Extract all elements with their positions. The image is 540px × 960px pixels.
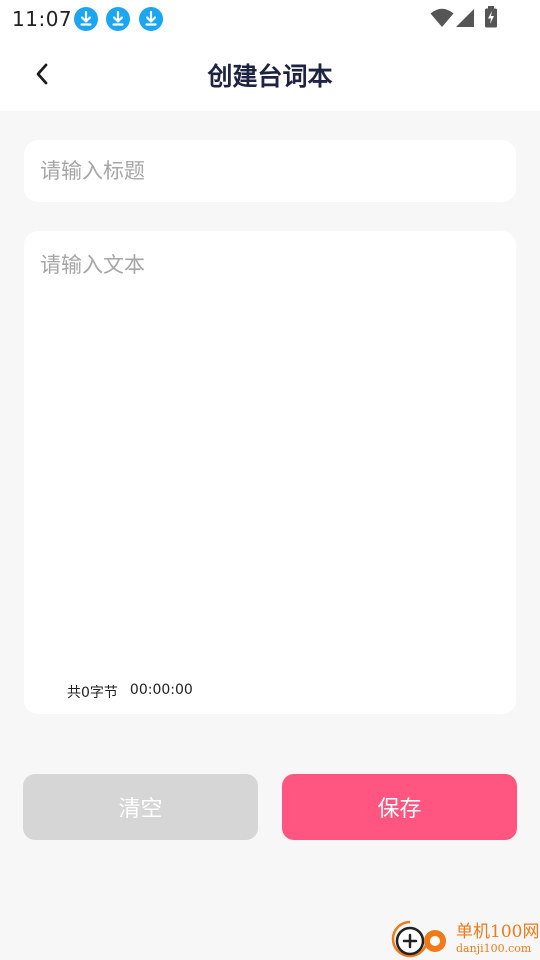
watermark: 单机100网 danji100.com — [390, 918, 540, 960]
download-icon — [106, 7, 130, 31]
clear-button[interactable]: 清空 — [23, 774, 258, 840]
duration: 00:00:00 — [129, 682, 193, 698]
title-input[interactable] — [24, 140, 516, 202]
text-stats: 共0字节 00:00:00 — [67, 682, 193, 702]
signal-icon — [456, 9, 474, 27]
top-app-bar: 创建台词本 — [0, 38, 540, 111]
page-title: 创建台词本 — [207, 62, 333, 91]
watermark-en: danji100.com — [456, 942, 532, 955]
status-time: 11:07 — [12, 7, 73, 31]
download-icon — [74, 7, 98, 31]
wifi-icon — [430, 8, 454, 27]
watermark-cn: 单机100网 — [456, 922, 540, 942]
save-button[interactable]: 保存 — [282, 774, 517, 840]
script-text-input[interactable] — [24, 231, 516, 661]
char-count: 共0字节 — [67, 685, 118, 701]
status-bar: 11:07 — [0, 0, 540, 38]
watermark-logo-icon — [391, 920, 446, 958]
script-text-box: 共0字节 00:00:00 — [24, 231, 516, 714]
download-icon — [139, 7, 163, 31]
battery-charging-icon — [485, 6, 497, 28]
